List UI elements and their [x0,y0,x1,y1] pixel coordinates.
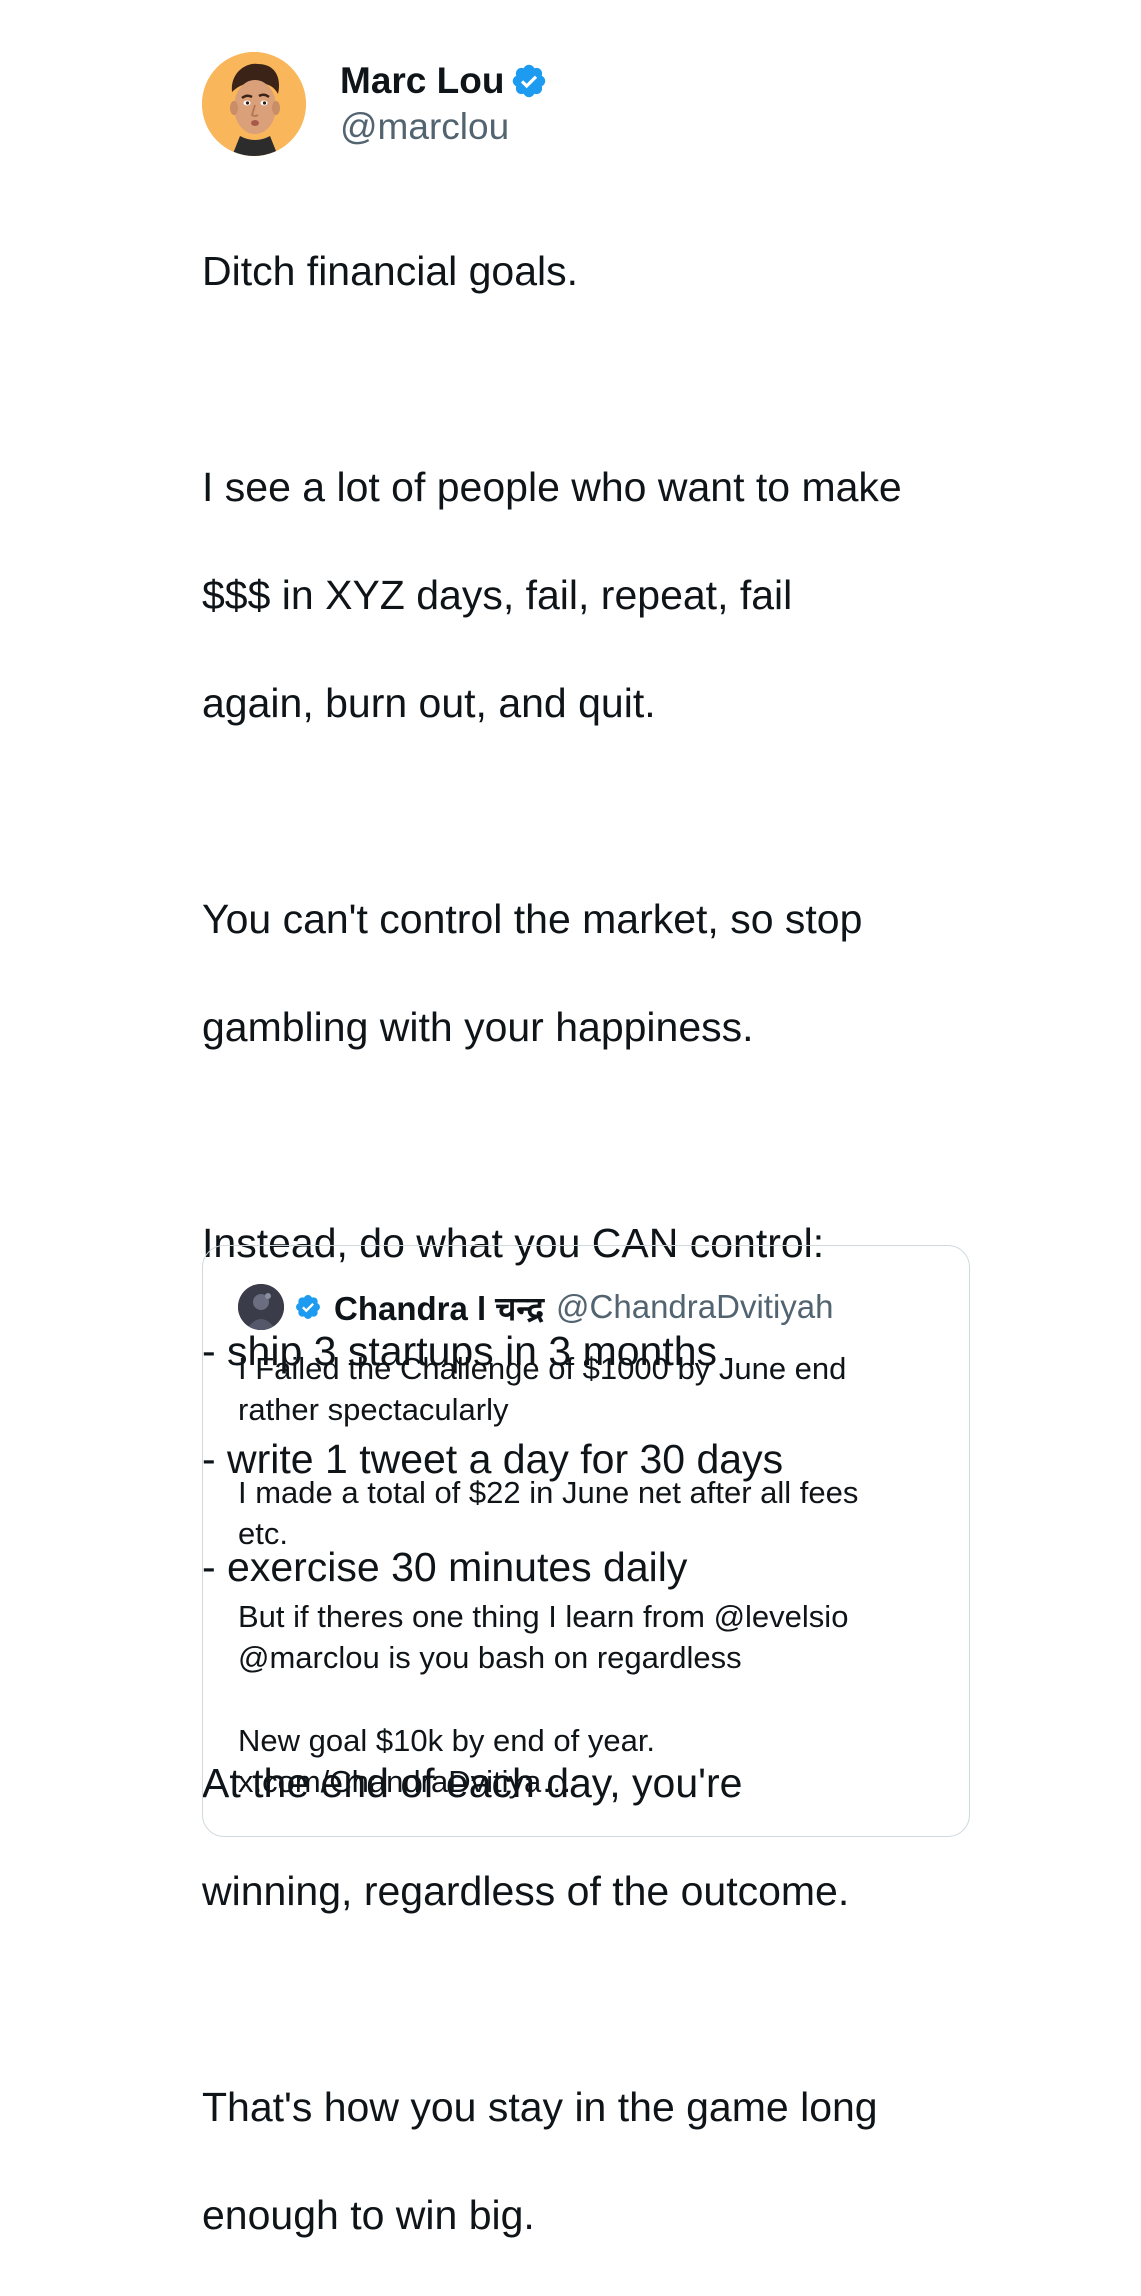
tweet-line: That's how you stay in the game long [202,2084,878,2130]
quoted-line: I made a total of $22 in June net after … [238,1475,859,1510]
author-display-name[interactable]: Marc Lou [340,58,504,104]
tweet-header: Marc Lou @marclou [202,52,972,156]
quoted-author-display-name[interactable]: Chandra l चन्द्र [334,1285,544,1330]
quoted-paragraph: But if theres one thing I learn from @le… [238,1596,938,1678]
quoted-tweet-content: Chandra l चन्द्र @ChandraDvitiyah I Fail… [238,1284,938,1802]
avatar-portrait-icon [202,52,306,156]
tweet-paragraph: I see a lot of people who want to make $… [202,406,972,784]
tweet-line: gambling with your happiness. [202,1004,754,1050]
quoted-paragraph: I Failed the Challenge of $1000 by June … [238,1348,938,1430]
author-avatar[interactable] [202,52,306,156]
quoted-tweet-card[interactable]: Chandra l चन्द्र @ChandraDvitiyah I Fail… [202,1245,970,1837]
quoted-line: But if theres one thing I learn from @le… [238,1599,849,1634]
quoted-line: @marclou is you bash on regardless [238,1640,742,1675]
verified-badge-icon [294,1293,322,1321]
quoted-line: rather spectacularly [238,1392,509,1427]
tweet-line: $$$ in XYZ days, fail, repeat, fail [202,572,793,618]
tweet-line: winning, regardless of the outcome. [202,1868,850,1914]
tweet-line: You can't control the market, so stop [202,896,863,942]
quoted-author-handle[interactable]: @ChandraDvitiyah [556,1288,833,1326]
quoted-line: etc. [238,1516,288,1551]
quoted-avatar-icon [238,1284,284,1330]
quoted-link[interactable]: x.com/ChandraDvitiya… [238,1761,938,1802]
tweet-paragraph: That's how you stay in the game long eno… [202,2026,972,2296]
quoted-tweet-header: Chandra l चन्द्र @ChandraDvitiyah [238,1284,938,1330]
tweet-line: I see a lot of people who want to make [202,464,902,510]
tweet-body: Ditch financial goals. I see a lot of pe… [202,190,972,2296]
author-handle[interactable]: @marclou [340,104,548,150]
tweet-line: enough to win big. [202,2192,535,2238]
tweet-paragraph: You can't control the market, so stop ga… [202,838,972,1108]
quoted-author-avatar[interactable] [238,1284,284,1330]
quoted-line: New goal $10k by end of year. [238,1723,656,1758]
author-name-row: Marc Lou [340,58,548,104]
quoted-paragraph: I made a total of $22 in June net after … [238,1472,938,1554]
verified-badge-icon [510,62,548,100]
tweet-paragraph: Ditch financial goals. [202,190,972,352]
author-names: Marc Lou @marclou [340,58,548,150]
tweet-line: Ditch financial goals. [202,248,579,294]
tweet: Marc Lou @marclou Ditch financial goals.… [202,52,972,2296]
quoted-line: I Failed the Challenge of $1000 by June … [238,1351,847,1386]
tweet-line: again, burn out, and quit. [202,680,656,726]
quoted-paragraph: New goal $10k by end of year. x.com/Chan… [238,1720,938,1802]
quoted-tweet-body: I Failed the Challenge of $1000 by June … [238,1348,938,1802]
